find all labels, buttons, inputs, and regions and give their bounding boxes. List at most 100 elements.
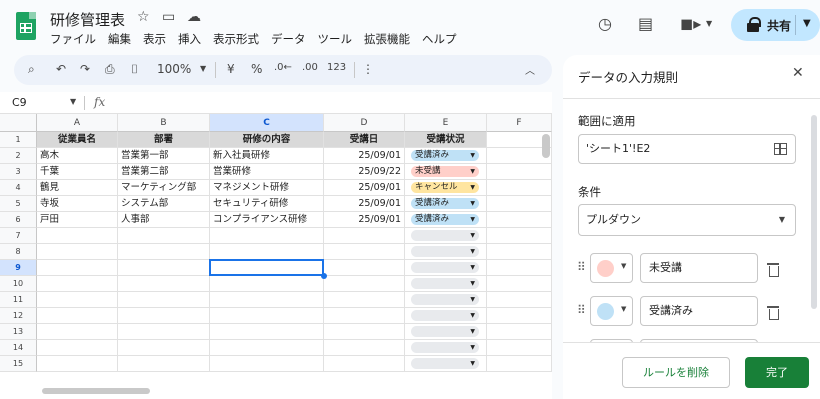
header-cell[interactable]: 受講日 [324, 132, 405, 148]
cell[interactable] [487, 196, 552, 212]
select-all-corner[interactable] [0, 114, 37, 132]
cell[interactable]: 戸田 [37, 212, 118, 228]
history-icon[interactable]: ◷ [598, 14, 612, 33]
row-header[interactable]: 1 [0, 132, 37, 148]
option-input[interactable]: 受講済み [640, 296, 758, 326]
cell[interactable] [37, 244, 118, 260]
cell[interactable] [324, 308, 405, 324]
vertical-scrollbar[interactable] [542, 134, 550, 158]
spreadsheet-grid[interactable]: A B C D E F 1 2 3 4 5 6 7 8 9 10 11 12 13 14 15 従業員名 部署 研修の内容 受講… [0, 114, 552, 399]
row-header[interactable]: 6 [0, 212, 37, 228]
cell[interactable] [118, 228, 210, 244]
cell[interactable] [324, 324, 405, 340]
row-header[interactable]: 9 [0, 260, 37, 276]
cell[interactable] [37, 356, 118, 372]
option-input[interactable]: 未受講 [640, 253, 758, 283]
cell[interactable] [487, 228, 552, 244]
cell[interactable]: コンプライアンス研修 [210, 212, 324, 228]
cell[interactable]: マーケティング部 [118, 180, 210, 196]
menu-help[interactable]: ヘルプ [422, 31, 457, 47]
cell[interactable] [118, 308, 210, 324]
column-header[interactable]: C [210, 114, 324, 132]
cell[interactable] [37, 276, 118, 292]
cell[interactable] [487, 292, 552, 308]
row-header[interactable]: 12 [0, 308, 37, 324]
cell[interactable] [37, 260, 118, 276]
cell[interactable] [37, 324, 118, 340]
menu-extensions[interactable]: 拡張機能 [364, 31, 410, 47]
panel-scrollbar[interactable] [811, 115, 817, 309]
status-dropdown-chip[interactable]: ▼ [411, 230, 479, 241]
cell[interactable] [210, 356, 324, 372]
cell[interactable]: 25/09/01 [324, 212, 405, 228]
cell[interactable] [210, 292, 324, 308]
chevron-down-icon[interactable]: ▼ [803, 18, 811, 29]
drag-handle-icon[interactable]: ⠿ [577, 303, 586, 317]
option-color-picker[interactable]: ▼ [590, 296, 633, 326]
active-cell-selection[interactable] [209, 259, 324, 276]
delete-rule-button[interactable]: ルールを削除 [622, 357, 730, 388]
column-header[interactable]: A [37, 114, 118, 132]
cell[interactable]: 25/09/01 [324, 180, 405, 196]
column-header[interactable]: D [324, 114, 405, 132]
cell[interactable]: 新入社員研修 [210, 148, 324, 164]
row-header[interactable]: 4 [0, 180, 37, 196]
row-header[interactable]: 11 [0, 292, 37, 308]
paint-format-icon[interactable]: ⌷ [131, 62, 138, 77]
cell[interactable] [210, 228, 324, 244]
status-dropdown-chip[interactable]: ▼ [411, 358, 479, 369]
cell[interactable] [487, 308, 552, 324]
chevron-down-icon[interactable]: ▼ [70, 97, 76, 106]
cell[interactable]: 営業第一部 [118, 148, 210, 164]
column-header[interactable]: E [405, 114, 487, 132]
row-header[interactable]: 13 [0, 324, 37, 340]
header-cell[interactable]: 従業員名 [37, 132, 118, 148]
menu-format[interactable]: 表示形式 [213, 31, 259, 47]
cell[interactable] [487, 340, 552, 356]
menu-edit[interactable]: 編集 [108, 31, 131, 47]
document-title[interactable]: 研修管理表 [50, 9, 125, 30]
status-dropdown-chip[interactable]: 受講済み ▼ [411, 150, 479, 161]
menu-file[interactable]: ファイル [50, 31, 96, 47]
cell[interactable] [487, 324, 552, 340]
cell[interactable] [324, 276, 405, 292]
status-dropdown-chip[interactable]: ▼ [411, 278, 479, 289]
menu-data[interactable]: データ [271, 31, 306, 47]
cell[interactable]: 鶴見 [37, 180, 118, 196]
status-dropdown-chip[interactable]: キャンセル ▼ [411, 182, 479, 193]
status-dropdown-chip[interactable]: 未受講 ▼ [411, 166, 479, 177]
delete-icon[interactable] [767, 262, 779, 277]
currency-format-button[interactable]: ¥ [227, 62, 235, 76]
cell[interactable] [324, 292, 405, 308]
cell[interactable] [118, 276, 210, 292]
menu-insert[interactable]: 挿入 [178, 31, 201, 47]
cell[interactable] [210, 276, 324, 292]
cell[interactable] [118, 356, 210, 372]
status-dropdown-chip[interactable]: 受講済み ▼ [411, 198, 479, 209]
cell[interactable] [37, 308, 118, 324]
status-dropdown-chip[interactable]: ▼ [411, 246, 479, 257]
decrease-decimal-button[interactable]: .0← [274, 62, 292, 73]
row-header[interactable]: 5 [0, 196, 37, 212]
cell[interactable] [210, 244, 324, 260]
select-range-icon[interactable] [774, 143, 787, 155]
delete-icon[interactable] [767, 305, 779, 320]
status-dropdown-chip[interactable]: ▼ [411, 310, 479, 321]
sheets-logo-icon[interactable] [16, 12, 36, 40]
cell[interactable] [37, 340, 118, 356]
status-dropdown-chip[interactable]: ▼ [411, 326, 479, 337]
menu-view[interactable]: 表示 [143, 31, 166, 47]
horizontal-scrollbar[interactable] [42, 388, 150, 394]
status-dropdown-chip[interactable]: ▼ [411, 342, 479, 353]
cell[interactable]: 25/09/01 [324, 196, 405, 212]
share-button[interactable]: 共有 ▼ [731, 9, 820, 41]
star-icon[interactable]: ☆ [137, 9, 150, 25]
chevron-down-icon[interactable]: ▼ [779, 205, 785, 235]
cell[interactable]: 営業第二部 [118, 164, 210, 180]
header-cell[interactable]: 研修の内容 [210, 132, 324, 148]
status-dropdown-chip[interactable]: ▼ [411, 294, 479, 305]
cell[interactable] [324, 244, 405, 260]
undo-icon[interactable]: ↶ [56, 62, 66, 76]
close-icon[interactable]: ✕ [792, 65, 804, 81]
row-header[interactable]: 8 [0, 244, 37, 260]
